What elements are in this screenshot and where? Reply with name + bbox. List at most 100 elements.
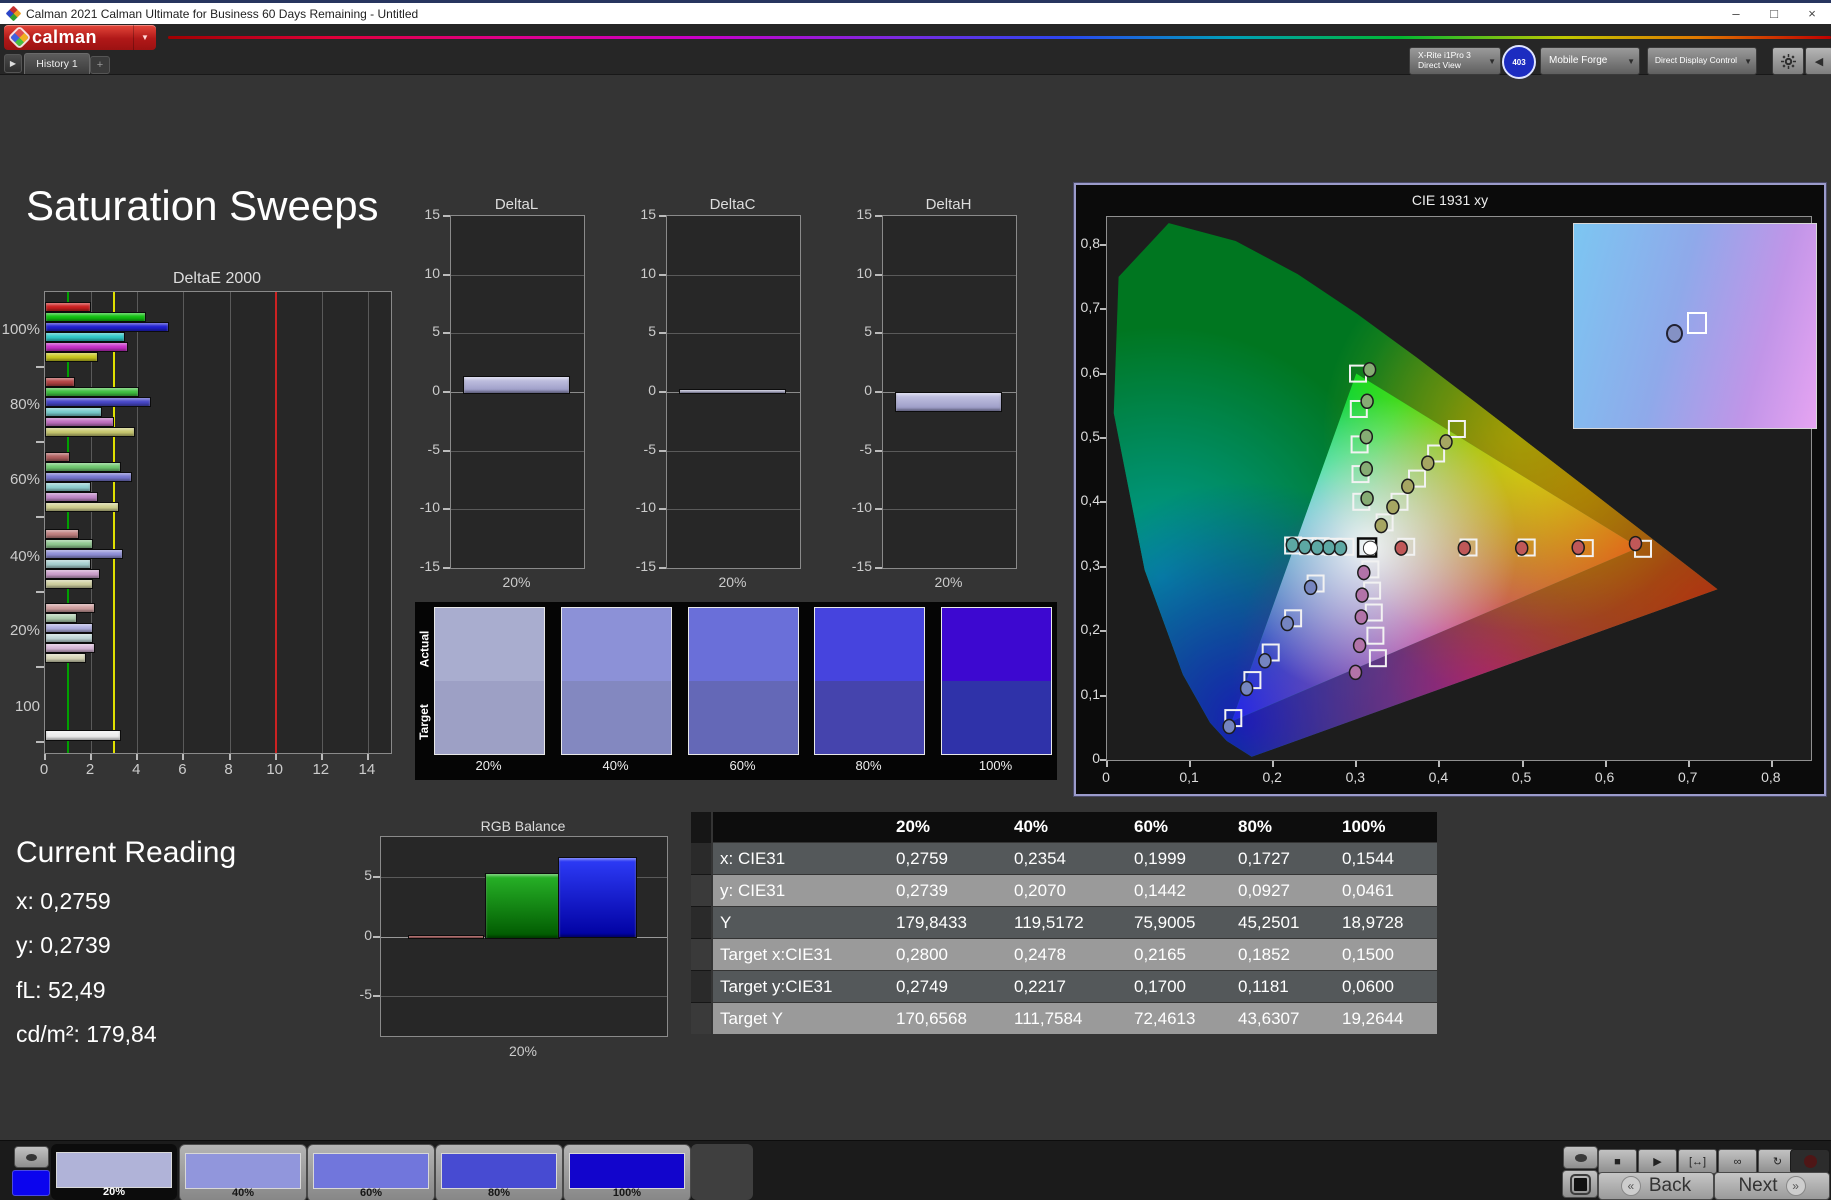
delta-gridline xyxy=(883,274,1016,276)
cie-measured-point-magenta xyxy=(1352,637,1367,654)
cie-measured-point-blue xyxy=(1303,579,1318,596)
cie-axis-tick xyxy=(1438,761,1441,767)
deltae-bar-blue xyxy=(45,549,124,559)
patch-color xyxy=(313,1153,429,1189)
next-button-label: Next xyxy=(1738,1175,1778,1196)
patch-button-80%[interactable]: 80% xyxy=(435,1144,563,1200)
maximize-button[interactable]: □ xyxy=(1755,3,1793,24)
cie-zoom-inset[interactable] xyxy=(1573,223,1817,429)
record-indicator-button[interactable] xyxy=(1790,1149,1830,1174)
tab-history-1[interactable]: History 1 xyxy=(24,53,90,74)
close-button[interactable]: × xyxy=(1793,3,1831,24)
refresh-icon: ↻ xyxy=(1772,1156,1783,1168)
delta-gridline xyxy=(667,509,800,511)
meter-badge[interactable]: 403 xyxy=(1502,45,1536,79)
pattern-window-button[interactable] xyxy=(1563,1146,1598,1169)
deltae-bar-yellow xyxy=(45,502,119,512)
patch-button-20%[interactable]: 20% xyxy=(51,1144,177,1200)
cie-measured-point-red xyxy=(1394,540,1408,556)
meter-dropdown[interactable]: X-Rite i1Pro 3 Direct View ▼ xyxy=(1409,47,1501,75)
play-button[interactable]: ▶ xyxy=(1638,1149,1677,1174)
rgb-y-label: 0 xyxy=(364,926,372,943)
display-control-name: Direct Display Control xyxy=(1654,55,1738,66)
delta-gridline xyxy=(883,450,1016,452)
deltae-bar-magenta xyxy=(45,569,101,579)
cie-measured-point-yellow xyxy=(1374,517,1388,534)
delta-y-label: -15 xyxy=(635,558,656,574)
swatch-target xyxy=(435,681,544,754)
gear-icon xyxy=(1780,53,1796,69)
delta-x-label: 20% xyxy=(934,574,963,590)
patch-color xyxy=(441,1153,557,1189)
deltae-chart-title: DeltaE 2000 xyxy=(172,270,262,287)
rgb-balance-chart xyxy=(380,836,668,1037)
table-header-cell: 80% xyxy=(1238,817,1273,836)
collapse-panel-button[interactable]: ◀ xyxy=(1805,47,1831,75)
display-control-dropdown[interactable]: Direct Display Control ▼ xyxy=(1647,47,1757,75)
deltae-x-label: 2 xyxy=(85,761,95,778)
cie-y-label: 0,7 xyxy=(1080,299,1100,316)
source-dropdown[interactable]: Mobile Forge ▼ xyxy=(1540,47,1640,75)
table-row: x: CIE31 0,2759 0,2354 0,1999 0,1727 0,1544 xyxy=(713,843,1437,874)
table-value-cell: 0,2478 xyxy=(1014,944,1066,964)
delta-y-label: -5 xyxy=(643,440,656,457)
measurement-table: 20% 40% 60% 80% 100% x: CIE31 0,2759 0,2354 0,19… xyxy=(713,812,1437,1034)
rgb-bar-red xyxy=(408,935,484,939)
table-value-cell: 0,1442 xyxy=(1134,880,1186,900)
range-button[interactable]: [↔] xyxy=(1678,1149,1717,1174)
deltae-x-label: 8 xyxy=(224,761,233,778)
swatch-actual xyxy=(689,608,798,681)
back-button[interactable]: « Back xyxy=(1598,1172,1714,1200)
patch-button-100%[interactable]: 100% xyxy=(563,1144,691,1200)
delta-axis-tick xyxy=(875,332,882,335)
current-patch-swatch[interactable] xyxy=(12,1170,50,1196)
collapse-tray-button[interactable] xyxy=(14,1146,49,1168)
minimize-button[interactable]: – xyxy=(1717,3,1755,24)
delta-y-label: -10 xyxy=(851,499,872,516)
stop-button[interactable]: ■ xyxy=(1598,1149,1637,1174)
pattern-stop-button[interactable] xyxy=(1562,1170,1598,1198)
color-swatch-60% xyxy=(688,607,799,755)
rgb-axis-tick xyxy=(373,995,380,998)
delta-axis-tick xyxy=(659,332,666,335)
table-value-cell: 75,9005 xyxy=(1134,912,1196,932)
table-header-cell: 100% xyxy=(1342,817,1386,836)
delta-gridline xyxy=(451,333,584,335)
loop-button[interactable]: ∞ xyxy=(1718,1149,1757,1174)
deltae-bar-green xyxy=(45,312,147,322)
current-reading-x: x: 0,2759 xyxy=(16,888,111,914)
add-tab-button[interactable]: + xyxy=(90,56,110,74)
deltae-axis-tick xyxy=(90,754,93,760)
swatch-label: 20% xyxy=(475,758,502,773)
deltae-group-label: 100% xyxy=(1,321,40,338)
next-button[interactable]: Next » xyxy=(1714,1172,1830,1200)
table-row-label: y: CIE31 xyxy=(720,880,786,900)
table-value-cell: 119,5172 xyxy=(1014,912,1084,932)
table-header-row: 20% 40% 60% 80% 100% xyxy=(713,812,1437,842)
table-row: Target x:CIE31 0,2800 0,2478 0,2165 0,1852 0,… xyxy=(713,939,1437,970)
swatch-target xyxy=(562,681,671,754)
deltae-axis-tick xyxy=(36,366,44,368)
table-value-cell: 43,6307 xyxy=(1238,1008,1300,1028)
cie-measured-point-red xyxy=(1514,540,1529,556)
calman-menu-arrow-icon[interactable]: ▼ xyxy=(133,25,156,50)
tab-nav-button[interactable]: ▶ xyxy=(4,54,22,73)
cie-axis-tick xyxy=(1100,501,1106,504)
delta-y-label: 15 xyxy=(640,206,656,222)
cie-1931-panel: CIE 1931 xy 0 0,1 0,2 0,3 0,4 0,5 0,6 0,7 0,8 0 0,… xyxy=(1074,183,1826,796)
calman-menu-button[interactable]: calman ▼ xyxy=(4,25,156,50)
settings-button[interactable] xyxy=(1772,47,1804,75)
play-icon: ▶ xyxy=(1653,1156,1662,1168)
patch-button-40%[interactable]: 40% xyxy=(179,1144,307,1200)
patch-button-60%[interactable]: 60% xyxy=(307,1144,435,1200)
deltae-group-label: 80% xyxy=(9,396,40,413)
table-gutter-cell xyxy=(691,907,711,938)
cie-measured-point-blue xyxy=(1258,653,1272,669)
cie-x-label: 0,7 xyxy=(1677,769,1698,785)
delta-y-label: 10 xyxy=(424,264,440,281)
deltae-axis-tick xyxy=(136,754,139,760)
cie-axis-tick xyxy=(1100,243,1106,246)
deltae-bar-blue xyxy=(45,322,170,332)
title-bar: Calman 2021 Calman Ultimate for Business… xyxy=(0,3,1831,25)
cie-y-label: 0 xyxy=(1092,750,1100,766)
